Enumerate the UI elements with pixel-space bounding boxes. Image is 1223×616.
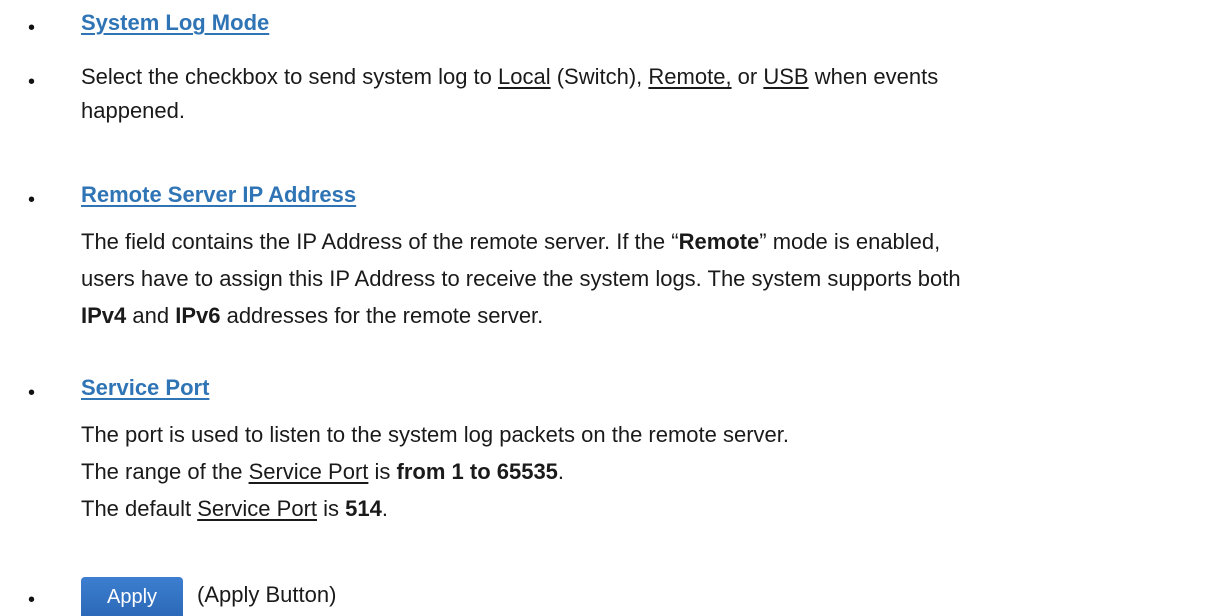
system-log-mode-heading[interactable]: System Log Mode <box>81 8 269 38</box>
apply-button-caption: (Apply Button) <box>197 582 337 607</box>
remote-server-ip-line3: IPv4 and IPv6 addresses for the remote s… <box>81 303 544 328</box>
remote-server-ip-heading[interactable]: Remote Server IP Address <box>81 180 356 210</box>
service-port-link: Service Port <box>197 496 318 521</box>
system-log-mode-description-line1: Select the checkbox to send system log t… <box>81 64 939 89</box>
bullet-icon: • <box>28 189 36 211</box>
range-bold: from 1 to 65535 <box>396 459 558 484</box>
apply-button[interactable]: Apply <box>81 577 183 616</box>
remote-server-ip-line2: users have to assign this IP Address to … <box>81 266 961 291</box>
service-port-line2: The range of the Service Port is from 1 … <box>81 459 565 484</box>
usb-link: USB <box>763 64 809 89</box>
remote-bold: Remote <box>678 229 760 254</box>
remote-server-ip-line1: The field contains the IP Address of the… <box>81 229 941 254</box>
bullet-icon: • <box>28 17 36 39</box>
service-port-heading[interactable]: Service Port <box>81 373 209 403</box>
service-port-link: Service Port <box>248 459 369 484</box>
local-link: Local <box>498 64 551 89</box>
heading-text[interactable]: System Log Mode <box>81 10 269 35</box>
heading-text[interactable]: Remote Server IP Address <box>81 182 356 207</box>
heading-text[interactable]: Service Port <box>81 375 209 400</box>
remote-link: Remote, <box>648 64 732 89</box>
bullet-icon: • <box>28 382 36 404</box>
bullet-icon: • <box>28 71 36 93</box>
system-log-mode-description-line2: happened. <box>81 98 185 123</box>
service-port-line3: The default Service Port is 514. <box>81 496 388 521</box>
service-port-line1: The port is used to listen to the system… <box>81 422 790 447</box>
default-port-bold: 514 <box>345 496 382 521</box>
ipv4-bold: IPv4 <box>81 303 127 328</box>
ipv6-bold: IPv6 <box>175 303 221 328</box>
bullet-icon: • <box>28 589 36 611</box>
